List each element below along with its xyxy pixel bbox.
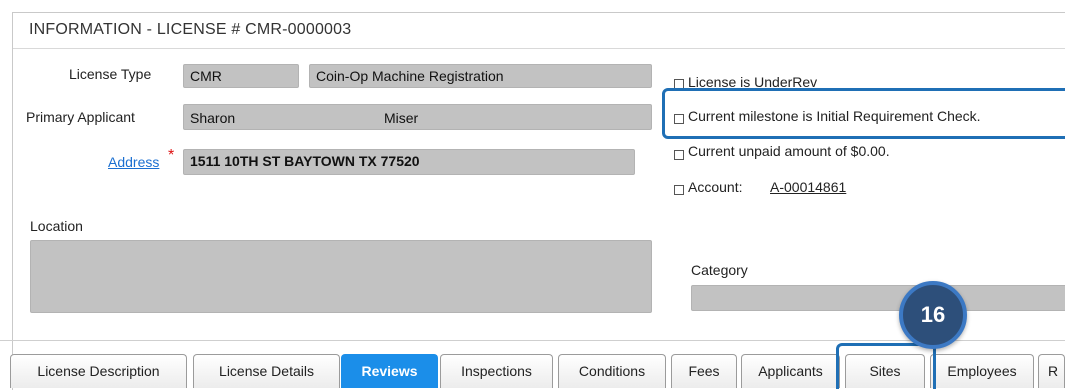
status-account-label: Account: (688, 179, 743, 195)
license-type-code-field[interactable]: CMR (183, 64, 299, 88)
bullet-icon (674, 185, 684, 195)
location-label: Location (30, 218, 83, 234)
tab-applicants[interactable]: Applicants (741, 354, 840, 388)
tab-inspections[interactable]: Inspections (440, 354, 553, 388)
account-link[interactable]: A-00014861 (770, 179, 846, 195)
license-type-label: License Type (69, 66, 152, 82)
address-link[interactable]: Address (108, 154, 159, 170)
license-type-name-field[interactable]: Coin-Op Machine Registration (309, 64, 652, 88)
tab-employees[interactable]: Employees (930, 354, 1034, 388)
status-license-state: License is UnderRev (688, 74, 818, 88)
sites-tab-highlight-box (836, 343, 936, 389)
tab-fees[interactable]: Fees (671, 354, 737, 388)
panel-header: INFORMATION - LICENSE # CMR-0000003 (13, 13, 1065, 49)
status-unpaid-amount: Current unpaid amount of $0.00. (688, 143, 890, 159)
page-title: INFORMATION - LICENSE # CMR-0000003 (29, 21, 352, 38)
required-marker: * (168, 147, 175, 164)
category-label: Category (691, 262, 748, 278)
step-number-badge: 16 (899, 281, 967, 349)
address-field[interactable]: 1511 10TH ST BAYTOWN TX 77520 (183, 149, 635, 175)
tab-reviews[interactable]: Reviews (341, 354, 438, 388)
milestone-highlight-box (662, 88, 1065, 139)
tab-license-details[interactable]: License Details (193, 354, 340, 388)
category-field[interactable] (691, 285, 1065, 311)
tab-license-description[interactable]: License Description (10, 354, 187, 388)
applicant-last-name: Miser (384, 110, 419, 126)
location-field[interactable] (30, 240, 652, 313)
tab-conditions[interactable]: Conditions (558, 354, 666, 388)
tab-r-partial[interactable]: R (1038, 354, 1065, 388)
applicant-name-field[interactable]: Sharon Miser (183, 104, 652, 130)
applicant-first-name: Sharon (190, 110, 236, 126)
bullet-icon (674, 150, 684, 160)
primary-applicant-label: Primary Applicant (26, 109, 135, 125)
